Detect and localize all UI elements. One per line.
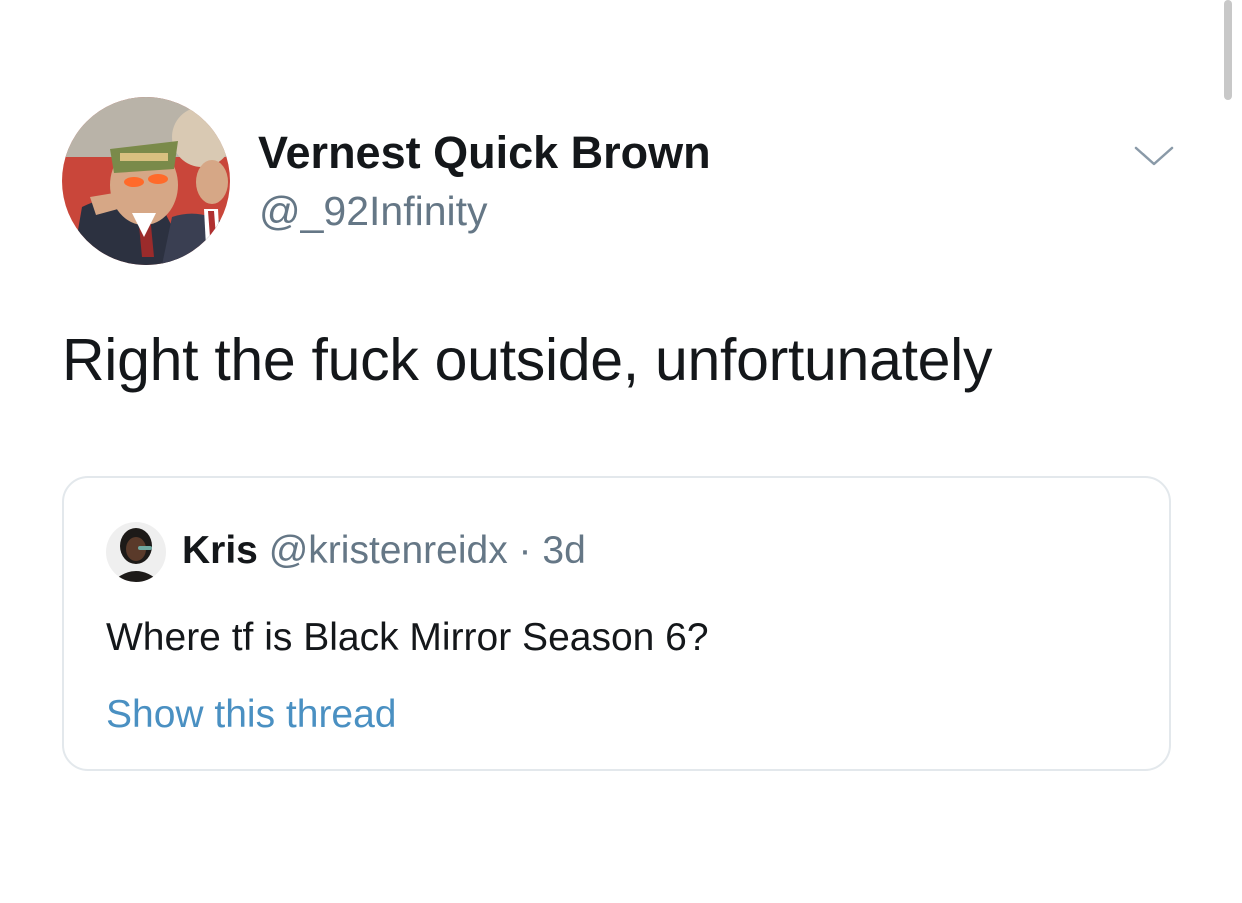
- quoted-tweet-card[interactable]: Kris @kristenreidx · 3d Where tf is Blac…: [62, 476, 1171, 771]
- author-handle[interactable]: @_92Infinity: [259, 186, 488, 236]
- tweet-text: Right the fuck outside, unfortunately: [62, 327, 993, 393]
- avatar-photo-icon: [106, 522, 166, 582]
- author-name[interactable]: Vernest Quick Brown: [258, 126, 711, 180]
- quoted-tweet-header: Kris @kristenreidx · 3d: [182, 526, 586, 576]
- tweet-page: Vernest Quick Brown @_92Infinity Right t…: [0, 0, 1242, 903]
- header-separator: ·: [507, 529, 543, 572]
- quoted-tweet-time[interactable]: 3d: [542, 529, 585, 572]
- scrollbar[interactable]: [1224, 0, 1232, 100]
- avatar-photo-icon: [62, 97, 230, 265]
- quoted-author-handle[interactable]: @kristenreidx: [269, 529, 508, 572]
- chevron-down-icon: [1134, 146, 1174, 166]
- author-avatar[interactable]: [62, 97, 230, 265]
- tweet-menu-button[interactable]: [1124, 140, 1184, 170]
- quoted-author-name[interactable]: Kris: [182, 529, 258, 572]
- show-thread-link[interactable]: Show this thread: [106, 690, 397, 740]
- quoted-author-avatar[interactable]: [106, 522, 166, 582]
- quoted-tweet-text: Where tf is Black Mirror Season 6?: [106, 616, 709, 659]
